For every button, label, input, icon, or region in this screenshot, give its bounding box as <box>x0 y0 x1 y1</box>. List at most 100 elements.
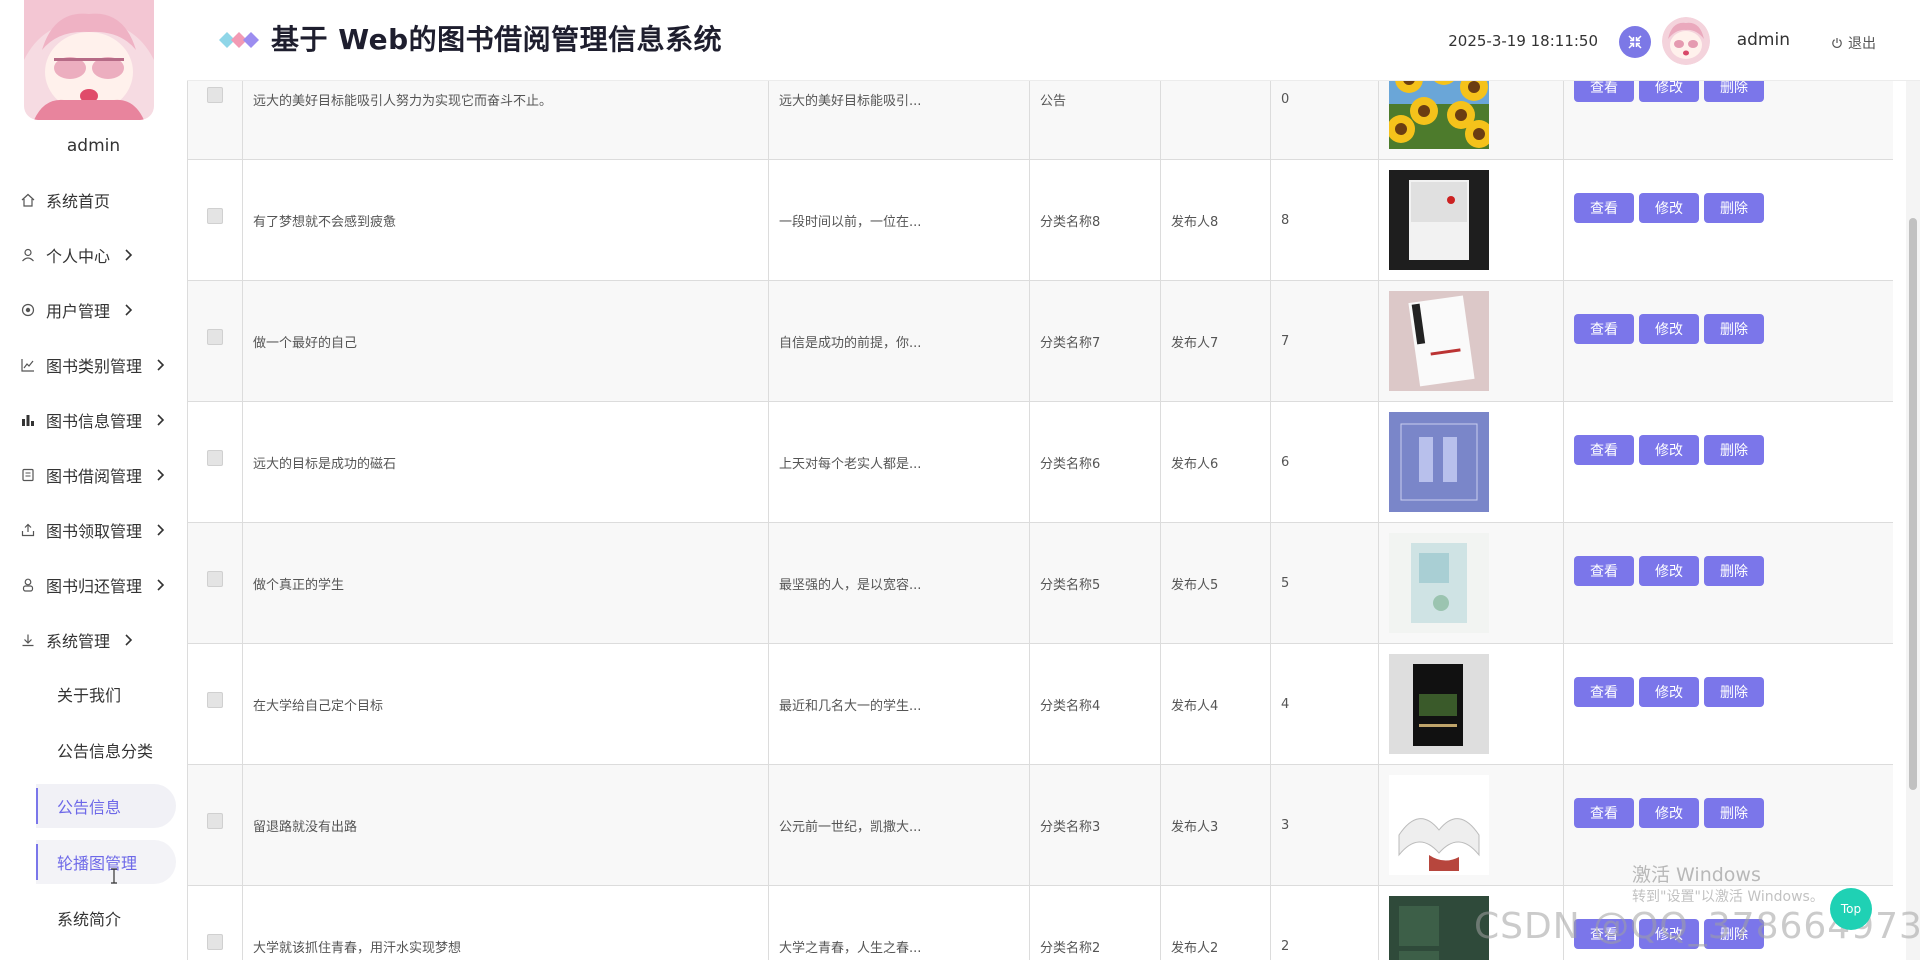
view-button[interactable]: 查看 <box>1574 798 1634 828</box>
row-checkbox[interactable] <box>207 933 223 950</box>
edit-button[interactable]: 修改 <box>1639 556 1699 586</box>
notice-thumbnail[interactable] <box>1389 775 1489 875</box>
sidebar: admin 系统首页 个人中心 用户管理 图书类别管理 图书信息管理 图书借阅管… <box>0 0 188 960</box>
view-button[interactable]: 查看 <box>1574 677 1634 707</box>
notice-category-cell: 分类名称4 <box>1029 643 1161 765</box>
sidebar-item-label: 图书借阅管理 <box>46 466 143 486</box>
notice-summary-cell: 一段时间以前，一位在... <box>768 159 1030 281</box>
windows-activation-watermark: 激活 Windows 转到"设置"以激活 Windows。 <box>1632 864 1824 908</box>
view-button[interactable]: 查看 <box>1574 435 1634 465</box>
row-checkbox[interactable] <box>207 812 223 829</box>
notice-thumbnail[interactable] <box>1389 654 1489 754</box>
notice-summary-cell: 最坚强的人，是以宽容... <box>768 522 1030 644</box>
notice-image-cell <box>1378 401 1564 523</box>
delete-button[interactable]: 删除 <box>1704 677 1764 707</box>
table-row: 做一个最好的自己 自信是成功的前提，你... 分类名称7 发布人7 7 查看 修改 删除 <box>187 280 1893 402</box>
home-icon <box>20 192 36 208</box>
row-select-cell <box>187 764 243 886</box>
row-checkbox[interactable] <box>207 449 223 466</box>
notice-publisher-cell: 发布人3 <box>1160 764 1271 886</box>
notice-publisher-cell: 发布人8 <box>1160 159 1271 281</box>
notice-category-cell: 分类名称5 <box>1029 522 1161 644</box>
submenu-item-about-us[interactable]: 关于我们 <box>36 672 176 716</box>
sidebar-item-label: 图书类别管理 <box>46 356 143 376</box>
row-checkbox[interactable] <box>207 328 223 345</box>
back-to-top-button[interactable]: Top <box>1830 888 1872 930</box>
sidebar-item-book-category[interactable]: 图书类别管理 <box>0 337 187 392</box>
sidebar-avatar <box>24 0 154 120</box>
logout-label: 退出 <box>1848 36 1876 52</box>
submenu-item-notice-info[interactable]: 公告信息 <box>36 784 176 828</box>
top-header: 基于 Web的图书借阅管理信息系统 2025-3-19 18:11:50 adm… <box>187 0 1920 81</box>
sidebar-item-label: 图书信息管理 <box>46 411 143 431</box>
row-select-cell <box>187 280 243 402</box>
sidebar-item-personal-center[interactable]: 个人中心 <box>0 227 187 282</box>
row-checkbox[interactable] <box>207 207 223 224</box>
target-icon <box>20 302 36 318</box>
notice-title-cell: 做个真正的学生 <box>242 522 769 644</box>
table-row: 远大的目标是成功的磁石 上天对每个老实人都是... 分类名称6 发布人6 6 查看 修改 删除 <box>187 401 1893 523</box>
notice-summary-cell: 公元前一世纪，凯撒大... <box>768 764 1030 886</box>
edit-button[interactable]: 修改 <box>1639 193 1699 223</box>
delete-button[interactable]: 删除 <box>1704 556 1764 586</box>
notice-image-cell <box>1378 522 1564 644</box>
notice-thumbnail[interactable] <box>1389 533 1489 633</box>
delete-button[interactable]: 删除 <box>1704 314 1764 344</box>
sidebar-item-label: 系统首页 <box>46 191 111 211</box>
delete-button[interactable]: 删除 <box>1704 193 1764 223</box>
notice-publisher-cell: 发布人6 <box>1160 401 1271 523</box>
chevron-right-icon <box>156 468 165 482</box>
sidebar-item-book-info[interactable]: 图书信息管理 <box>0 392 187 447</box>
submenu-item-system-intro[interactable]: 系统简介 <box>36 896 176 940</box>
edit-button[interactable]: 修改 <box>1639 798 1699 828</box>
view-button[interactable]: 查看 <box>1574 314 1634 344</box>
sidebar-item-label: 用户管理 <box>46 301 111 321</box>
sidebar-item-book-pickup[interactable]: 图书领取管理 <box>0 502 187 557</box>
sidebar-item-book-borrow[interactable]: 图书借阅管理 <box>0 447 187 502</box>
header-avatar[interactable] <box>1662 17 1710 65</box>
shrink-icon <box>1628 35 1642 49</box>
edit-button[interactable]: 修改 <box>1639 435 1699 465</box>
notice-title-cell: 留退路就没有出路 <box>242 764 769 886</box>
scrollbar-thumb[interactable] <box>1909 218 1917 790</box>
edit-button[interactable]: 修改 <box>1639 677 1699 707</box>
row-checkbox[interactable] <box>207 691 223 708</box>
chevron-right-icon <box>124 248 133 262</box>
edit-button[interactable]: 修改 <box>1639 314 1699 344</box>
sidebar-item-home[interactable]: 系统首页 <box>0 172 187 227</box>
sidebar-menu: 系统首页 个人中心 用户管理 图书类别管理 图书信息管理 图书借阅管理 图书领取… <box>0 172 187 667</box>
view-button[interactable]: 查看 <box>1574 556 1634 586</box>
sidebar-item-label: 个人中心 <box>46 246 111 266</box>
sidebar-username: admin <box>66 136 121 156</box>
table-row: 做个真正的学生 最坚强的人，是以宽容... 分类名称5 发布人5 5 查看 修改 删除 <box>187 522 1893 644</box>
notice-title-cell: 有了梦想就不会感到疲惫 <box>242 159 769 281</box>
notice-image-cell <box>1378 159 1564 281</box>
sidebar-item-label: 图书领取管理 <box>46 521 143 541</box>
notice-title-cell: 做一个最好的自己 <box>242 280 769 402</box>
notice-summary-cell: 上天对每个老实人都是... <box>768 401 1030 523</box>
sidebar-item-system-management[interactable]: 系统管理 <box>0 612 187 667</box>
submenu-item-carousel[interactable]: 轮播图管理 <box>36 840 176 884</box>
submenu-item-notice-category[interactable]: 公告信息分类 <box>36 728 176 772</box>
notice-image-cell <box>1378 643 1564 765</box>
notice-summary-cell: 大学之青春，人生之春... <box>768 885 1030 960</box>
row-checkbox[interactable] <box>207 570 223 587</box>
logout-button[interactable]: 退出 <box>1831 33 1876 53</box>
sidebar-item-user-management[interactable]: 用户管理 <box>0 282 187 337</box>
notice-thumbnail[interactable] <box>1389 291 1489 391</box>
delete-button[interactable]: 删除 <box>1704 435 1764 465</box>
row-select-cell <box>187 643 243 765</box>
sidebar-item-book-return[interactable]: 图书归还管理 <box>0 557 187 612</box>
header-username: admin <box>1736 30 1790 50</box>
fullscreen-button[interactable] <box>1619 26 1651 58</box>
notice-title-cell: 在大学给自己定个目标 <box>242 643 769 765</box>
notice-thumbnail[interactable] <box>1389 412 1489 512</box>
text-cursor-icon <box>110 868 118 884</box>
row-checkbox[interactable] <box>207 86 223 103</box>
delete-button[interactable]: 删除 <box>1704 798 1764 828</box>
notice-thumbnail[interactable] <box>1389 170 1489 270</box>
view-button[interactable]: 查看 <box>1574 193 1634 223</box>
chevron-right-icon <box>124 633 133 647</box>
user-icon <box>20 247 36 263</box>
notice-number-cell: 4 <box>1270 643 1379 765</box>
